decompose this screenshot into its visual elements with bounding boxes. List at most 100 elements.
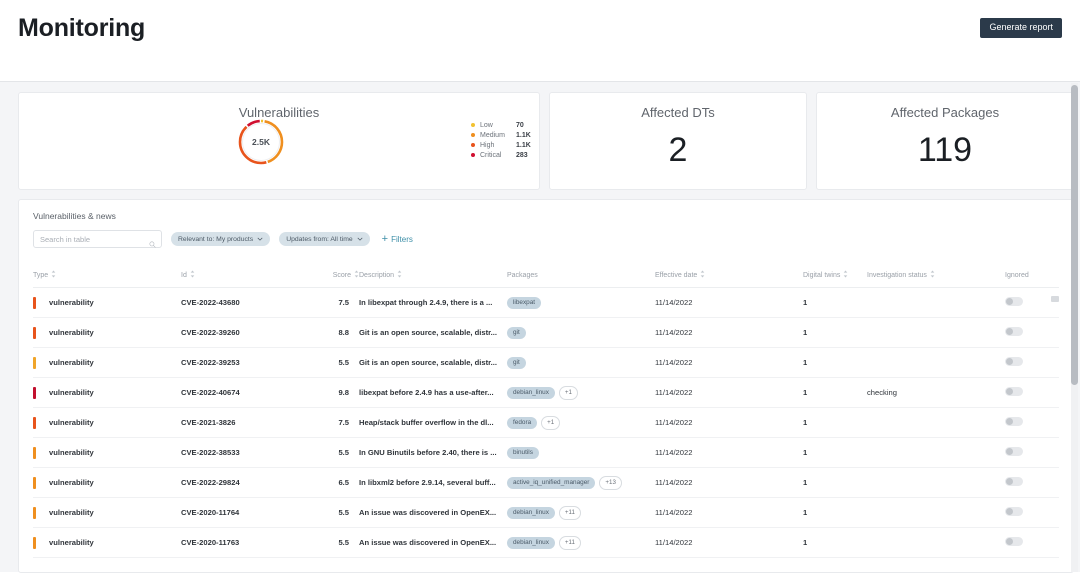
sort-icon bbox=[397, 270, 402, 280]
cell-type: vulnerability bbox=[33, 287, 181, 318]
table-row[interactable]: vulnerability CVE-2022-38533 5.5 In GNU Bin… bbox=[33, 437, 1059, 468]
cell-id[interactable]: CVE-2022-39253 bbox=[181, 347, 317, 378]
cell-id[interactable]: CVE-2020-11764 bbox=[181, 497, 317, 528]
table-row[interactable]: vulnerability CVE-2020-11764 5.5 An issue w… bbox=[33, 497, 1059, 528]
chevron-down-icon bbox=[257, 236, 263, 243]
cell-digital-twins[interactable]: 1 bbox=[803, 347, 867, 378]
cell-digital-twins[interactable]: 1 bbox=[803, 467, 867, 498]
cell-investigation-status bbox=[867, 317, 999, 348]
cell-id[interactable]: CVE-2021-3826 bbox=[181, 407, 317, 438]
legend-dot-critical bbox=[471, 153, 475, 157]
table-row[interactable]: vulnerability CVE-2022-43680 7.5 In libexpa… bbox=[33, 287, 1059, 318]
package-tag[interactable]: git bbox=[507, 356, 526, 369]
cell-digital-twins[interactable]: 1 bbox=[803, 287, 867, 318]
legend-value: 70 bbox=[516, 121, 524, 129]
cell-id[interactable]: CVE-2022-39260 bbox=[181, 317, 317, 348]
legend-item-low: Low 70 bbox=[471, 120, 531, 130]
filter-chip-relevant-to[interactable]: Relevant to: My products bbox=[171, 232, 271, 246]
cell-score: 5.5 bbox=[317, 437, 359, 468]
cell-type: vulnerability bbox=[33, 497, 181, 528]
cell-digital-twins[interactable]: 1 bbox=[803, 497, 867, 528]
package-more-badge[interactable]: +11 bbox=[558, 535, 581, 550]
package-tag[interactable]: binutils bbox=[507, 446, 539, 459]
sort-icon bbox=[190, 270, 195, 280]
cell-effective-date: 11/14/2022 bbox=[655, 527, 803, 558]
content-area: Vulnerabilities 2.5K Low 70 Medium 1.1K High… bbox=[0, 81, 1080, 573]
package-more-badge[interactable]: +1 bbox=[558, 385, 578, 400]
cell-digital-twins[interactable]: 1 bbox=[803, 377, 867, 408]
filters-button[interactable]: + Filters bbox=[382, 233, 413, 245]
legend-label: Medium bbox=[480, 131, 505, 139]
table-row[interactable]: vulnerability CVE-2022-39253 5.5 Git is an … bbox=[33, 347, 1059, 378]
package-tag[interactable]: fedora bbox=[507, 416, 538, 429]
cell-id[interactable]: CVE-2022-29824 bbox=[181, 467, 317, 498]
package-tag[interactable]: libexpat bbox=[507, 296, 542, 309]
cell-digital-twins[interactable]: 1 bbox=[803, 437, 867, 468]
cell-ignored bbox=[999, 377, 1059, 408]
cell-score: 5.5 bbox=[317, 347, 359, 378]
column-header-ignored: Ignored bbox=[999, 270, 1059, 288]
package-tag[interactable]: active_iq_unified_manager bbox=[507, 476, 596, 489]
ignored-toggle[interactable] bbox=[1005, 417, 1023, 426]
ignored-toggle[interactable] bbox=[1005, 537, 1023, 546]
package-more-badge[interactable]: +13 bbox=[599, 475, 622, 490]
table-row[interactable]: vulnerability CVE-2022-40674 9.8 libexpat b… bbox=[33, 377, 1059, 408]
cell-id[interactable]: CVE-2022-43680 bbox=[181, 287, 317, 318]
cell-id[interactable]: CVE-2020-11763 bbox=[181, 527, 317, 558]
ignored-toggle[interactable] bbox=[1005, 327, 1023, 336]
cell-score: 7.5 bbox=[317, 287, 359, 318]
column-header-dts[interactable]: Digital twins bbox=[803, 270, 867, 288]
vulnerabilities-table: Type Id Score Description Packages Effective … bbox=[33, 270, 1059, 558]
generate-report-button[interactable]: Generate report bbox=[980, 18, 1062, 38]
type-label: vulnerability bbox=[49, 388, 94, 397]
cell-description: In GNU Binutils before 2.40, there is ..… bbox=[359, 437, 507, 468]
cell-description: Git is an open source, scalable, distr..… bbox=[359, 317, 507, 348]
cell-ignored bbox=[999, 347, 1059, 378]
cell-id[interactable]: CVE-2022-40674 bbox=[181, 377, 317, 408]
column-settings-icon[interactable] bbox=[1051, 296, 1059, 302]
package-more-badge[interactable]: +1 bbox=[541, 415, 561, 430]
search-box[interactable] bbox=[33, 230, 162, 248]
cell-digital-twins[interactable]: 1 bbox=[803, 407, 867, 438]
package-tag[interactable]: debian_linux bbox=[507, 386, 555, 399]
table-row[interactable]: vulnerability CVE-2020-11763 5.5 An issue w… bbox=[33, 527, 1059, 558]
package-tag[interactable]: debian_linux bbox=[507, 536, 555, 549]
column-header-inv_status[interactable]: Investigation status bbox=[867, 270, 999, 288]
package-more-badge[interactable]: +11 bbox=[558, 505, 581, 520]
ignored-toggle[interactable] bbox=[1005, 297, 1023, 306]
ignored-toggle[interactable] bbox=[1005, 477, 1023, 486]
legend-label: High bbox=[480, 141, 495, 149]
table-row[interactable]: vulnerability CVE-2022-39260 8.8 Git is an … bbox=[33, 317, 1059, 348]
vulnerabilities-legend: Low 70 Medium 1.1K High 1.1K Critical 283 bbox=[471, 120, 531, 160]
cell-digital-twins[interactable]: 1 bbox=[803, 317, 867, 348]
ignored-toggle[interactable] bbox=[1005, 447, 1023, 456]
column-header-id[interactable]: Id bbox=[181, 270, 317, 288]
column-header-eff_date[interactable]: Effective date bbox=[655, 270, 803, 288]
ignored-toggle[interactable] bbox=[1005, 387, 1023, 396]
search-input[interactable] bbox=[40, 234, 148, 244]
sort-icon bbox=[700, 270, 705, 280]
cell-effective-date: 11/14/2022 bbox=[655, 347, 803, 378]
table-row[interactable]: vulnerability CVE-2022-29824 6.5 In libxml2… bbox=[33, 467, 1059, 498]
legend-value: 283 bbox=[516, 151, 528, 159]
column-header-label: Id bbox=[181, 271, 187, 279]
ignored-toggle[interactable] bbox=[1005, 357, 1023, 366]
cell-id[interactable]: CVE-2022-38533 bbox=[181, 437, 317, 468]
filter-chip-updates-from[interactable]: Updates from: All time bbox=[279, 232, 370, 246]
cell-digital-twins[interactable]: 1 bbox=[803, 527, 867, 558]
stats-row: Vulnerabilities 2.5K Low 70 Medium 1.1K High… bbox=[18, 92, 1074, 190]
cell-investigation-status bbox=[867, 347, 999, 378]
column-header-score[interactable]: Score bbox=[317, 270, 359, 288]
table-row[interactable]: vulnerability CVE-2021-3826 7.5 Heap/stack … bbox=[33, 407, 1059, 438]
legend-item-critical: Critical 283 bbox=[471, 150, 531, 160]
package-tag[interactable]: debian_linux bbox=[507, 506, 555, 519]
package-tag[interactable]: git bbox=[507, 326, 526, 339]
cell-description: Heap/stack buffer overflow in the dl... bbox=[359, 407, 507, 438]
column-header-type[interactable]: Type bbox=[33, 270, 181, 288]
severity-bar bbox=[33, 357, 36, 369]
column-header-desc[interactable]: Description bbox=[359, 270, 507, 288]
type-label: vulnerability bbox=[49, 538, 94, 547]
cell-packages: libexpat bbox=[507, 287, 655, 318]
ignored-toggle[interactable] bbox=[1005, 507, 1023, 516]
page-scrollbar-thumb[interactable] bbox=[1071, 85, 1078, 385]
